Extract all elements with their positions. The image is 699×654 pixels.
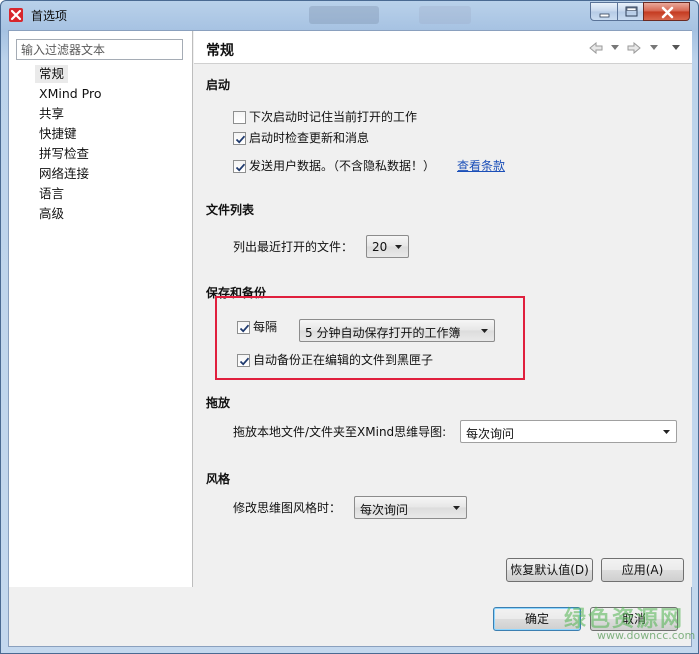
sidebar-item-xmind-pro[interactable]: XMind Pro <box>35 85 105 103</box>
drag-drop-value: 每次询问 <box>466 427 515 441</box>
drag-drop-label: 拖放本地文件/文件夹至XMind思维导图: <box>233 425 447 439</box>
close-button[interactable] <box>643 2 690 21</box>
section-title-startup: 启动 <box>206 78 231 92</box>
panel-header: 常规 <box>194 31 692 64</box>
window-title: 首选项 <box>31 9 68 23</box>
recent-files-value: 20 <box>372 240 388 254</box>
send-data-checkbox[interactable] <box>233 160 246 173</box>
maximize-icon <box>625 6 638 17</box>
sidebar-item-network[interactable]: 网络连接 <box>35 165 93 183</box>
section-title-style: 风格 <box>206 472 231 486</box>
sidebar-item-shortcuts[interactable]: 快捷键 <box>35 125 81 143</box>
restore-defaults-button[interactable]: 恢复默认值(D) <box>506 558 593 582</box>
check-updates-label: 启动时检查更新和消息 <box>249 131 370 145</box>
send-data-label: 发送用户数据。（不含隐私数据！） <box>249 159 436 173</box>
check-updates-checkbox[interactable] <box>233 132 246 145</box>
xmind-app-icon <box>9 8 23 22</box>
style-change-label: 修改思维图风格时： <box>233 501 342 515</box>
sidebar-item-spelling[interactable]: 拼写检查 <box>35 145 93 163</box>
checkmark-icon <box>235 163 246 172</box>
forward-dropdown-icon[interactable] <box>650 45 658 51</box>
blurred-tab <box>419 6 471 24</box>
view-terms-link[interactable]: 查看条款 <box>457 159 505 173</box>
section-title-file-list: 文件列表 <box>206 203 255 217</box>
sidebar-item-general[interactable]: 常规 <box>35 65 69 83</box>
checkmark-icon <box>235 135 246 144</box>
section-title-drag-drop: 拖放 <box>206 396 231 410</box>
chevron-down-icon <box>395 245 402 249</box>
filter-input[interactable] <box>16 39 183 60</box>
minimize-button[interactable] <box>590 2 618 21</box>
style-change-value: 每次询问 <box>360 503 409 517</box>
chevron-down-icon <box>663 430 670 434</box>
recent-files-dropdown[interactable]: 20 <box>366 235 409 258</box>
drag-drop-dropdown[interactable]: 每次询问 <box>460 420 677 443</box>
remember-open-checkbox[interactable] <box>233 111 246 124</box>
watermark-url: www.downcc.com <box>597 629 696 642</box>
close-icon <box>661 6 674 19</box>
style-change-dropdown[interactable]: 每次询问 <box>354 496 467 519</box>
sidebar-item-language[interactable]: 语言 <box>35 185 68 203</box>
apply-button[interactable]: 应用(A) <box>601 558 684 582</box>
title-bar[interactable]: 首选项 <box>1 1 698 29</box>
chevron-down-icon <box>453 506 460 510</box>
page-title: 常规 <box>206 43 234 59</box>
remember-open-label: 下次启动时记住当前打开的工作 <box>249 110 418 124</box>
sidebar-item-sharing[interactable]: 共享 <box>35 105 68 123</box>
minimize-icon <box>599 13 610 18</box>
category-sidebar: 常规 XMind Pro 共享 快捷键 拼写检查 网络连接 语言 高级 <box>9 31 193 587</box>
annotation-highlight-box <box>215 296 525 380</box>
blurred-tab <box>309 6 379 24</box>
preferences-window: 首选项 常规 XMind Pro 共享 快捷键 拼写检查 网络连接 语言 高级 <box>0 0 699 654</box>
recent-files-label: 列出最近打开的文件： <box>233 240 354 254</box>
back-arrow-icon[interactable] <box>588 41 604 55</box>
forward-arrow-icon[interactable] <box>626 41 642 55</box>
view-menu-icon[interactable] <box>672 45 680 51</box>
maximize-button[interactable] <box>617 2 644 21</box>
back-dropdown-icon[interactable] <box>611 45 619 51</box>
sidebar-item-advanced[interactable]: 高级 <box>35 205 68 223</box>
